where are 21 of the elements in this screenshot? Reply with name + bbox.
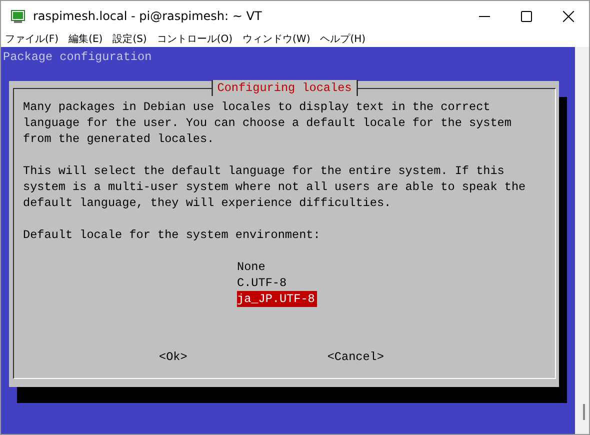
dialog-button[interactable]: <Ok> <box>159 349 188 365</box>
menu-item[interactable]: ウィンドウ(W) <box>242 32 310 46</box>
menu-item[interactable]: 編集(E) <box>68 32 103 46</box>
window-title: raspimesh.local - pi@raspimesh: ~ VT <box>33 8 262 25</box>
paragraph-text: Many packages in Debian use locales to display text in the correct language for the user. You can choose a default locale for the system from the generated locales. <box>23 99 512 147</box>
prompt-text: Default locale for the system environment: <box>23 227 322 243</box>
terminal-header: Package configuration <box>2 49 153 65</box>
locale-option[interactable]: ja_JP.UTF-8 <box>237 291 317 307</box>
maximize-icon <box>520 10 532 22</box>
close-icon <box>562 10 574 22</box>
locale-option[interactable]: None <box>237 259 268 275</box>
paragraph-text: This will select the default language for the entire system. If this system is a multi-user system where not all users are able to speak the default language, they will experience difficulties. <box>23 163 527 211</box>
menu-item[interactable]: 設定(S) <box>112 32 147 46</box>
menu-item[interactable]: ファイル(F) <box>5 32 59 46</box>
terminal-app-icon <box>11 10 25 22</box>
dialog-button[interactable]: <Cancel> <box>327 349 384 365</box>
menu-item[interactable]: コントロール(O) <box>156 32 233 46</box>
locale-option[interactable]: C.UTF-8 <box>237 275 289 291</box>
scroll-bar[interactable] <box>575 47 589 434</box>
dialog-title: Configuring locales <box>211 80 358 96</box>
menu-item[interactable]: ヘルプ(H) <box>320 32 366 46</box>
